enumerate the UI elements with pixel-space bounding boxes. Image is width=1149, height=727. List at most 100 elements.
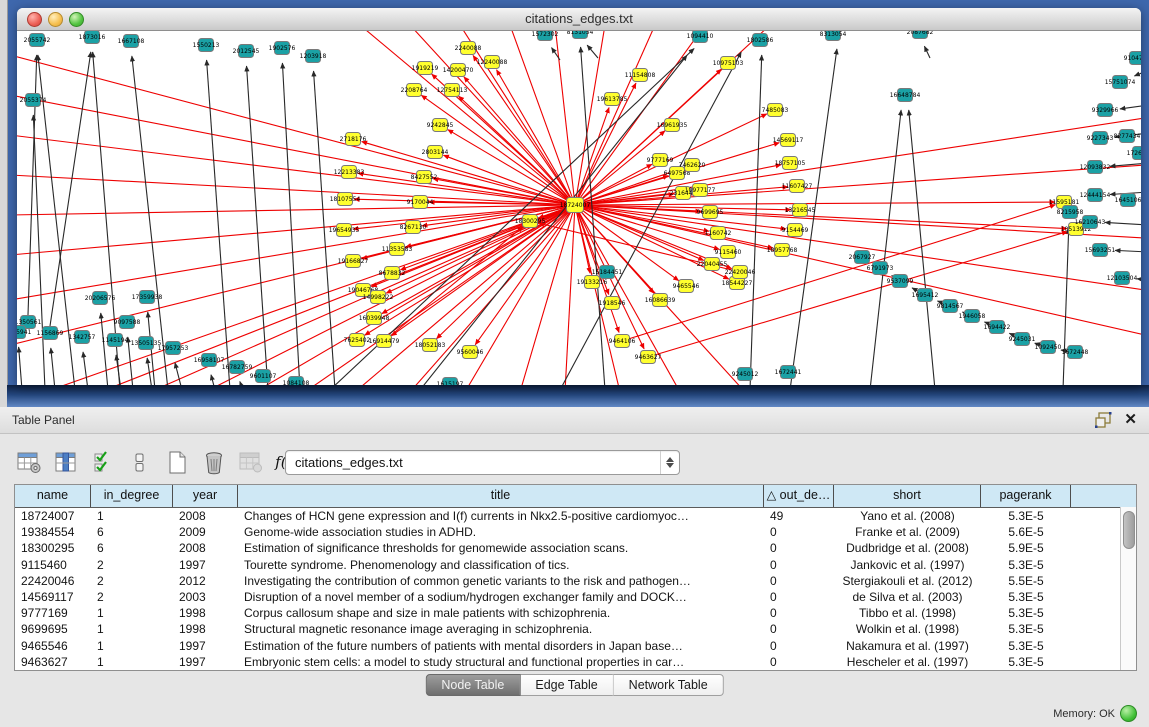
graph-node[interactable]: 8313054 [820,30,847,41]
graph-node[interactable]: 1902576 [269,42,296,55]
close-panel-icon[interactable]: ✕ [1124,411,1137,429]
table-row[interactable]: 969969511998Structural magnetic resonanc… [15,621,1136,637]
table-select-dropdown[interactable]: citations_edges.txt [285,450,680,475]
graph-node[interactable]: 10975103 [713,57,744,70]
column-header-name[interactable]: name [15,485,91,507]
tab-node-table[interactable]: Node Table [425,674,520,696]
graph-node[interactable]: 16782759 [222,361,253,374]
graph-node[interactable]: 8267130 [400,221,427,234]
graph-node[interactable]: 2208764 [401,84,428,97]
graph-node[interactable]: 8131054 [567,30,594,39]
graph-node[interactable]: 1918546 [599,297,626,310]
scrollbar-thumb[interactable] [1123,511,1135,549]
table-row[interactable]: 977716911998Corpus callosum shape and si… [15,605,1136,621]
table-row[interactable]: 1872400712008Changes of HCN gene express… [15,508,1136,524]
graph-node[interactable]: 16914479 [369,335,400,348]
graph-node[interactable]: 1084108 [283,377,310,386]
graph-node[interactable]: 1873016 [79,31,106,44]
graph-node[interactable]: 1550213 [193,39,220,52]
graph-node[interactable]: 1672441 [775,366,802,379]
graph-node[interactable]: 1645106 [1115,194,1141,207]
window-titlebar[interactable]: citations_edges.txt [17,8,1141,31]
graph-node[interactable]: 9115460 [715,246,742,259]
graph-node[interactable]: 1946058 [959,310,986,323]
new-column-icon[interactable] [164,449,190,475]
row-height-icon[interactable] [127,449,153,475]
graph-node[interactable]: 1092450 [1035,341,1062,354]
graph-node[interactable]: 12754113 [437,84,468,97]
column-header-in_degree[interactable]: in_degree [91,485,173,507]
graph-node[interactable]: 11353583 [382,243,413,256]
graph-node[interactable]: 9814567 [937,300,964,313]
table-row[interactable]: 946554611997Estimation of the future num… [15,638,1136,654]
graph-node[interactable]: 9154469 [782,224,809,237]
graph-node[interactable]: 14569117 [773,134,804,147]
graph-node[interactable]: 15751074 [1105,76,1136,89]
float-panel-icon[interactable] [1095,412,1112,428]
graph-node[interactable]: 9104795 [1124,52,1141,65]
delete-column-icon[interactable] [201,449,227,475]
graph-node[interactable]: 1726051 [1127,147,1141,160]
graph-node[interactable]: 9601107 [250,370,277,383]
graph-node[interactable]: 1919219 [412,62,439,75]
graph-node[interactable]: 1615197 [437,378,464,386]
graph-node[interactable]: 1667108 [118,35,145,48]
graph-node[interactable]: 12444154 [1080,189,1111,202]
network-window[interactable]: 2718176122133831810755419654935191668271… [17,8,1141,385]
tab-network-table[interactable]: Network Table [613,674,724,696]
show-column-icon[interactable] [53,449,79,475]
graph-node[interactable]: 1694422 [984,321,1011,334]
graph-node[interactable]: 8678832 [379,267,406,280]
graph-node[interactable]: 19654935 [329,224,360,237]
table-scrollbar[interactable] [1120,507,1136,670]
graph-node[interactable]: 9227343 [1087,132,1114,145]
graph-node[interactable]: 19166827 [338,255,369,268]
graph-node[interactable]: 12103504 [1107,272,1138,285]
citation-network-graph[interactable]: 2718176122133831810755419654935191668271… [17,30,1141,385]
graph-node[interactable]: 9560046 [457,346,484,359]
graph-node[interactable]: 9329966 [1092,104,1119,117]
graph-node[interactable]: 9097588 [114,316,141,329]
table-row[interactable]: 1830029562008Estimation of significance … [15,540,1136,556]
column-header-out_degree[interactable]: △ out_de… [764,485,834,507]
graph-node[interactable]: 18052183 [415,339,446,352]
graph-node[interactable]: 9465546 [673,280,700,293]
graph-node[interactable]: 1160742 [705,227,732,240]
graph-node[interactable]: 1802586 [747,34,774,47]
graph-node[interactable]: 7625402 [344,334,371,347]
network-view-canvas[interactable]: 2718176122133831810755419654935191668271… [17,30,1141,385]
table-row[interactable]: 1456911722003Disruption of a novel membe… [15,589,1136,605]
table-settings-icon[interactable] [16,449,42,475]
graph-node[interactable]: 2087682 [907,30,934,39]
graph-node[interactable]: 1145194 [102,334,129,347]
graph-node[interactable]: 2055742 [24,34,51,47]
tab-edge-table[interactable]: Edge Table [520,674,612,696]
graph-node[interactable]: 11154808 [625,69,656,82]
graph-node[interactable]: 1672448 [1062,346,1089,359]
graph-node[interactable]: 2067927 [849,251,876,264]
graph-node[interactable]: 2803144 [422,146,449,159]
graph-node[interactable]: 9464106 [609,335,636,348]
graph-node[interactable]: 18107554 [330,193,361,206]
table-row[interactable]: 946362711997Embryonic stem cells: a mode… [15,654,1136,670]
graph-node[interactable]: 19613785 [597,93,628,106]
graph-node[interactable]: 1094410 [687,30,714,43]
column-header-year[interactable]: year [173,485,238,507]
column-header-short[interactable]: short [834,485,981,507]
table-row[interactable]: 911546021997Tourette syndrome. Phenomeno… [15,557,1136,573]
graph-node[interactable]: 16648784 [890,89,921,102]
graph-node[interactable]: 13216545 [785,204,816,217]
memory-indicator[interactable] [1120,705,1137,722]
graph-node[interactable]: 8277434 [1114,130,1141,143]
graph-node[interactable]: 9245012 [732,368,759,381]
graph-node[interactable]: 15693251 [1085,244,1116,257]
table-panel-header[interactable]: Table Panel ✕ [0,407,1149,434]
graph-node[interactable]: 16086639 [645,294,676,307]
table-row[interactable]: 1938455462009Genome-wide association stu… [15,524,1136,540]
graph-node[interactable]: 12093832 [1080,161,1111,174]
graph-node[interactable]: 12213383 [334,166,365,179]
graph-node[interactable]: 1342757 [69,331,96,344]
graph-node[interactable]: 18757105 [775,157,806,170]
graph-node[interactable]: 16958107 [194,354,225,367]
table-row[interactable]: 2242004622012Investigating the contribut… [15,573,1136,589]
